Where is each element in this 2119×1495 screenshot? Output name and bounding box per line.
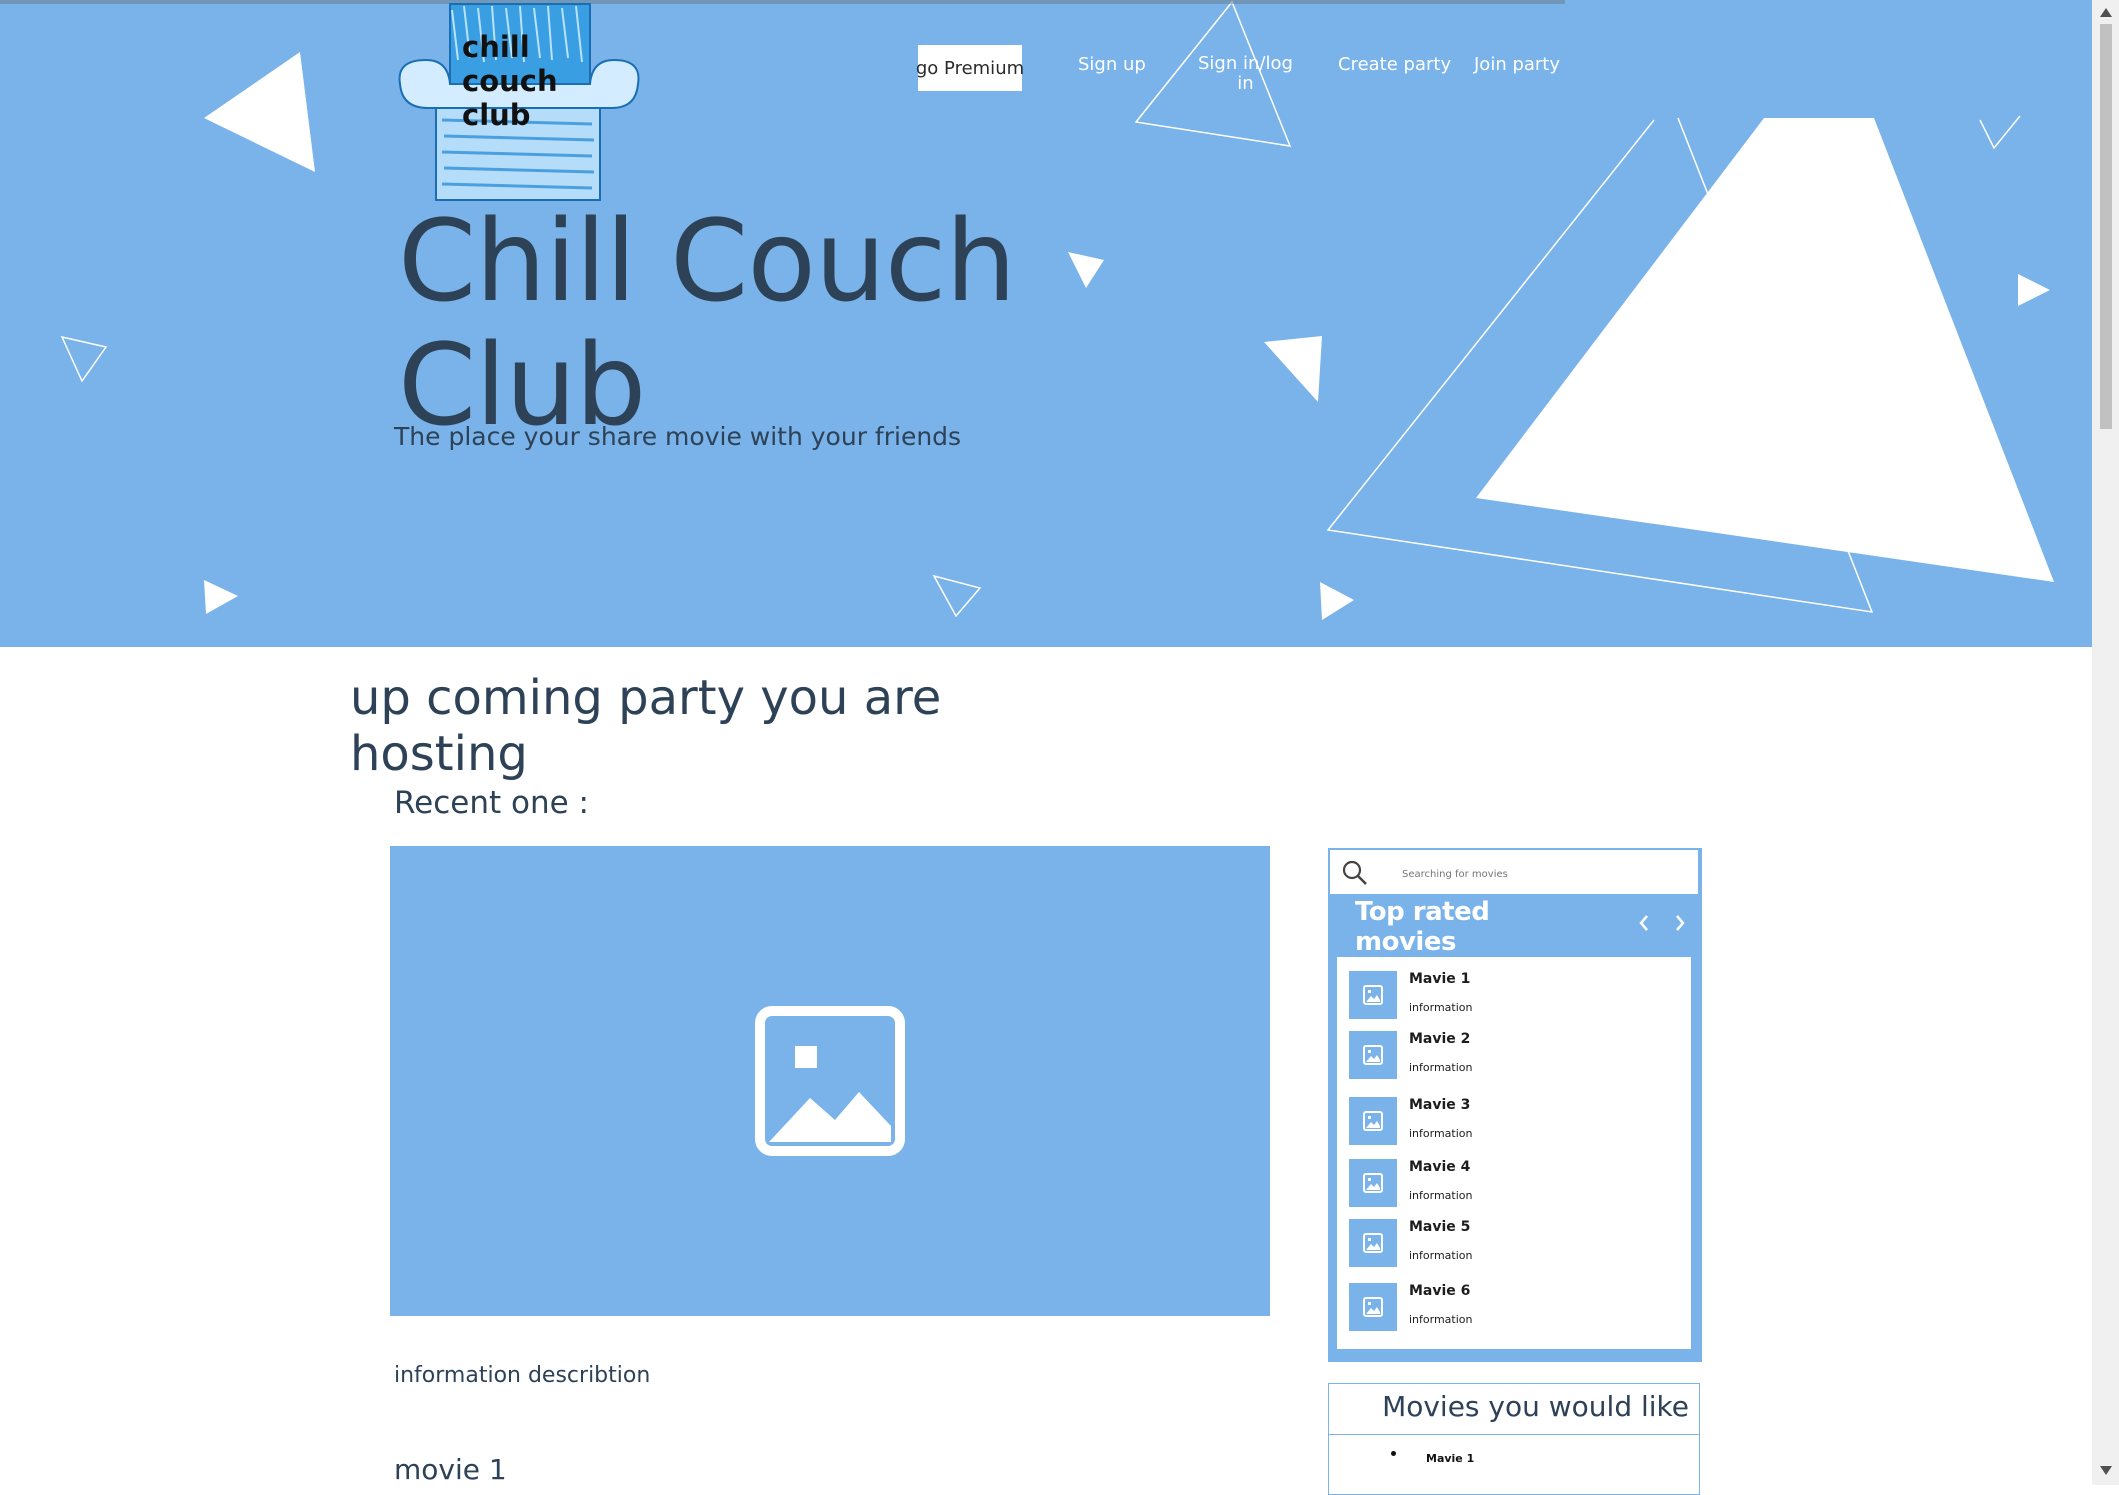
chevron-left-icon[interactable] <box>1637 913 1651 933</box>
nav-create-party[interactable]: Create party <box>1338 54 1451 75</box>
nav-sign-up[interactable]: Sign up <box>1078 54 1146 75</box>
movie-name: Mavie 6 <box>1409 1283 1471 1299</box>
movie-info: information <box>1409 1001 1473 1014</box>
movie-thumbnail <box>1349 1031 1397 1079</box>
movie-info: information <box>1409 1249 1473 1262</box>
scroll-down-arrow-icon[interactable] <box>2100 1466 2112 1475</box>
movie-info: information <box>1409 1313 1473 1326</box>
party-media-placeholder[interactable] <box>390 846 1270 1316</box>
hero-banner: chill couch club go Premium Sign up Sign… <box>0 0 2092 647</box>
movie-thumbnail <box>1349 1219 1397 1267</box>
list-item[interactable]: Mavie 5 information <box>1337 1219 1691 1279</box>
section-title: up coming party you are hosting <box>350 670 942 782</box>
movie-label: movie 1 <box>394 1453 507 1486</box>
search-icon[interactable] <box>1342 860 1368 886</box>
chevron-right-icon[interactable] <box>1673 913 1687 933</box>
movie-name: Mavie 3 <box>1409 1097 1471 1113</box>
scroll-up-arrow-icon[interactable] <box>2100 8 2112 17</box>
nav-sign-in-line-1: Sign in/log <box>1198 53 1293 74</box>
nav-join-party[interactable]: Join party <box>1474 54 1560 75</box>
movie-info: information <box>1409 1061 1473 1074</box>
hero-subtitle: The place your share movie with your fri… <box>394 422 962 451</box>
movie-thumbnail <box>1349 971 1397 1019</box>
image-icon <box>1363 1233 1383 1253</box>
scroll-thumb[interactable] <box>2100 24 2112 429</box>
movie-info: information <box>1409 1189 1473 1202</box>
like-list-item[interactable]: Mavie 1 <box>1426 1452 1474 1465</box>
list-item[interactable]: Mavie 2 information <box>1337 1031 1691 1091</box>
movie-thumbnail <box>1349 1159 1397 1207</box>
movies-you-would-like-panel: Movies you would like Mavie 1 <box>1328 1383 1700 1495</box>
logo-word-2: couch <box>462 64 558 98</box>
list-item[interactable]: Mavie 6 information <box>1337 1283 1691 1343</box>
top-rated-list: Mavie 1 information Mavie 2 information … <box>1337 957 1691 1349</box>
image-icon <box>1363 1111 1383 1131</box>
nav-sign-in-line-2: in <box>1237 73 1254 94</box>
nav-sign-in[interactable]: Sign in/log in <box>1198 54 1293 94</box>
top-border-line <box>0 0 1565 4</box>
info-description: information describtion <box>394 1363 651 1388</box>
decorative-triangles <box>60 0 2054 620</box>
image-icon <box>1363 985 1383 1005</box>
logo-word-1: chill <box>462 30 530 64</box>
movie-name: Mavie 2 <box>1409 1031 1471 1047</box>
go-premium-button[interactable]: go Premium <box>916 45 1024 91</box>
divider <box>1329 1434 1699 1435</box>
image-icon <box>1363 1045 1383 1065</box>
logo-text: chill couch club <box>462 30 558 132</box>
image-icon <box>755 1006 905 1156</box>
vertical-scrollbar[interactable] <box>2092 0 2119 1485</box>
logo-word-3: club <box>462 98 531 132</box>
movie-name: Mavie 4 <box>1409 1159 1471 1175</box>
like-title: Movies you would like <box>1382 1390 1689 1423</box>
movie-name: Mavie 1 <box>1409 971 1471 987</box>
logo[interactable]: chill couch club <box>392 0 648 206</box>
list-item[interactable]: Mavie 4 information <box>1337 1159 1691 1219</box>
image-icon <box>1363 1173 1383 1193</box>
top-rated-panel: Top rated movies Mavie 1 information Mav… <box>1328 848 1702 1362</box>
list-item[interactable]: Mavie 3 information <box>1337 1097 1691 1157</box>
search-bar <box>1329 849 1699 895</box>
movie-thumbnail <box>1349 1097 1397 1145</box>
list-item[interactable]: Mavie 1 information <box>1337 971 1691 1031</box>
movie-thumbnail <box>1349 1283 1397 1331</box>
hero-title: Chill Couch Club <box>398 197 1016 451</box>
movie-name: Mavie 5 <box>1409 1219 1471 1235</box>
image-icon <box>1363 1297 1383 1317</box>
top-rated-title: Top rated movies <box>1355 897 1490 957</box>
recent-label: Recent one : <box>394 785 589 821</box>
bullet-icon <box>1391 1451 1396 1456</box>
search-input[interactable] <box>1400 862 1684 886</box>
movie-info: information <box>1409 1127 1473 1140</box>
